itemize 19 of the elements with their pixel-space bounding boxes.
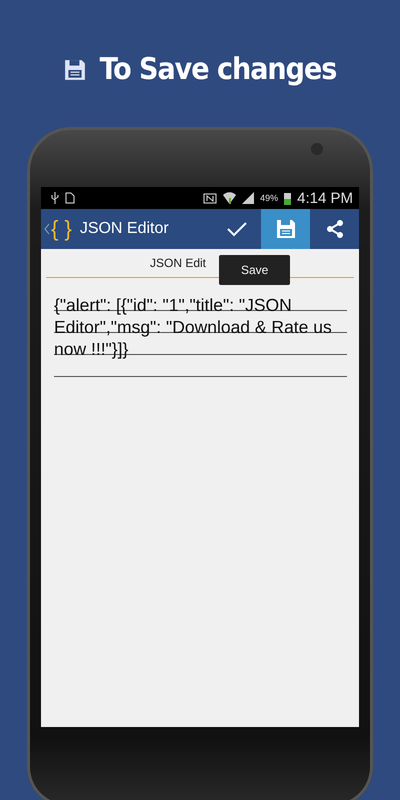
clock: 4:14 PM — [297, 190, 353, 206]
share-icon — [324, 219, 344, 239]
app-logo: { } — [51, 216, 72, 242]
banner-title: To Save changes — [100, 52, 336, 87]
camera-icon — [311, 143, 323, 155]
subtitle: JSON Edit — [150, 256, 206, 270]
app-title: JSON Editor — [80, 220, 170, 238]
save-icon — [276, 219, 296, 239]
signal-icon — [242, 192, 254, 204]
save-icon — [64, 58, 86, 80]
sim-card-icon — [65, 192, 75, 204]
usb-icon — [51, 192, 59, 204]
battery-percent: 49% — [260, 193, 278, 203]
battery-icon — [284, 192, 292, 204]
back-chevron-icon[interactable] — [44, 223, 50, 235]
nfc-icon — [203, 192, 218, 204]
tooltip: Save — [219, 255, 290, 285]
check-icon — [226, 221, 246, 237]
wifi-icon — [223, 192, 236, 204]
